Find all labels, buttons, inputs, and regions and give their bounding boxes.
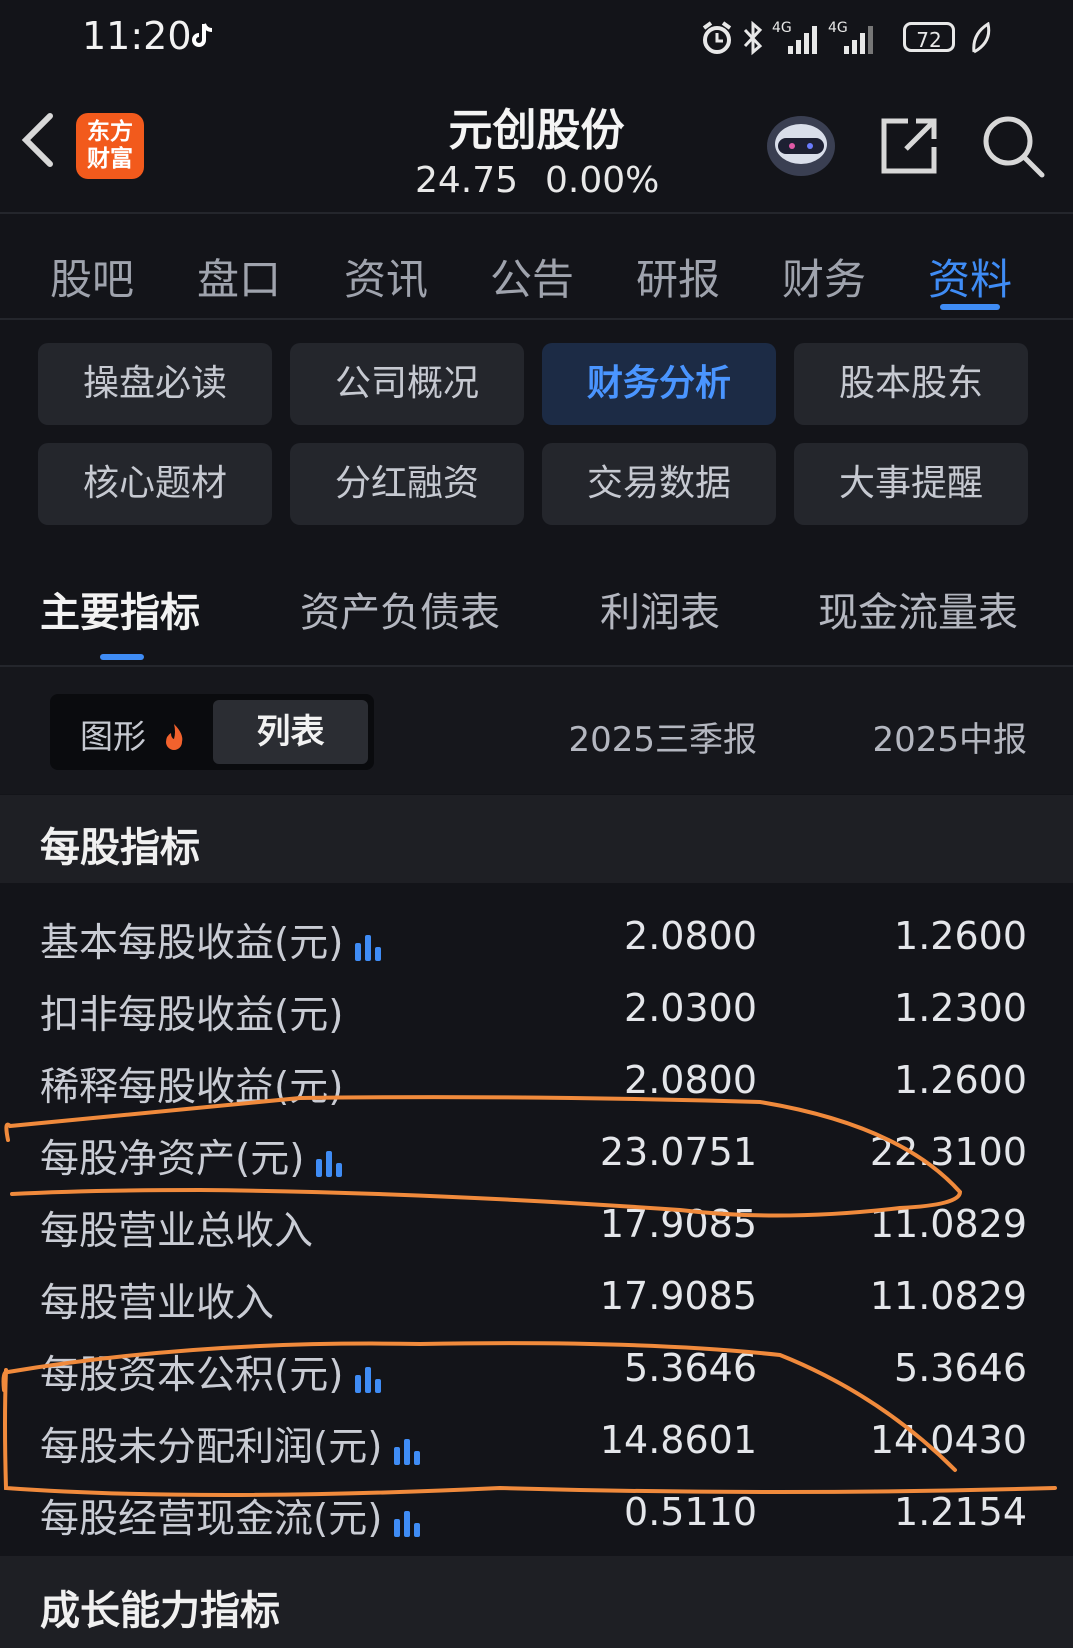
hand-drawn-annotation [1,1095,1057,1497]
